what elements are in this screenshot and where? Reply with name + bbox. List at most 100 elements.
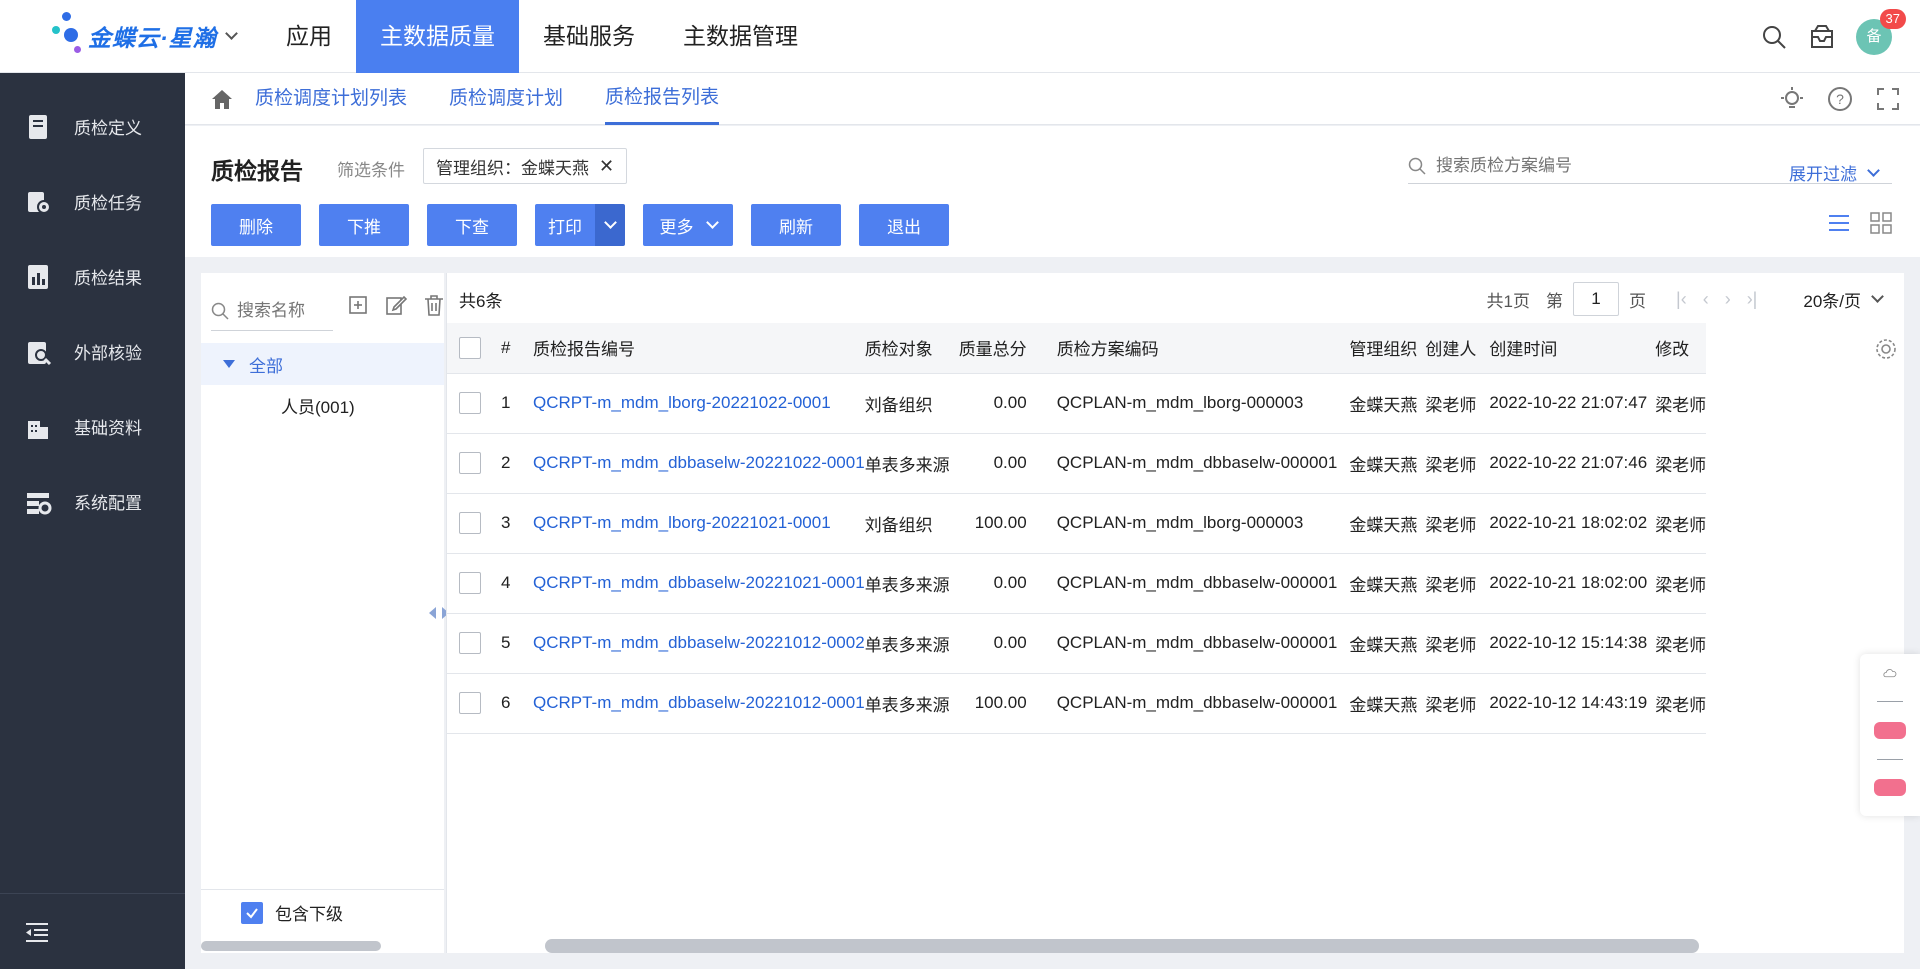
header-org[interactable]: 管理组织 xyxy=(1337,323,1418,374)
push-down-button[interactable]: 下推 xyxy=(319,204,409,246)
prev-page-icon[interactable]: ‹ xyxy=(1703,289,1709,310)
brand-logo[interactable]: 金蝶云·星瀚 xyxy=(52,12,238,60)
checkbox[interactable] xyxy=(459,512,481,534)
sidebar-collapse-button[interactable] xyxy=(0,893,185,969)
sidebar-item-qc-task[interactable]: 质检任务 xyxy=(0,164,185,239)
checkbox[interactable] xyxy=(459,336,481,359)
table-scrollbar[interactable] xyxy=(545,939,1699,953)
table-row[interactable]: 1 QCRPT-m_mdm_lborg-20221022-0001 刘备组织 0.00… xyxy=(447,373,1707,434)
notification-badge: 37 xyxy=(1879,8,1906,29)
cloud-icon[interactable] xyxy=(1874,664,1906,681)
cell-report-code[interactable]: QCRPT-m_mdm_lborg-20221021-0001 xyxy=(533,493,865,554)
tab-qc-schedule-plan[interactable]: 质检调度计划 xyxy=(449,73,563,125)
table-row[interactable]: 2 QCRPT-m_mdm_dbbaselw-20221022-0001 单表多来源… xyxy=(447,433,1707,494)
delete-button[interactable]: 删除 xyxy=(211,204,301,246)
header-created-time[interactable]: 创建时间 xyxy=(1481,323,1648,374)
topnav-apps[interactable]: 应用 xyxy=(262,0,356,73)
expand-filter-button[interactable]: 展开过滤 xyxy=(1789,160,1880,185)
chevron-down-icon xyxy=(1871,290,1884,303)
fullscreen-icon[interactable] xyxy=(1874,85,1902,113)
pie-chart-icon[interactable] xyxy=(1874,721,1906,739)
table-row[interactable]: 5 QCRPT-m_mdm_dbbaselw-20221012-0002 单表多来源… xyxy=(447,613,1707,674)
last-page-icon[interactable]: ›| xyxy=(1747,289,1758,310)
help-icon[interactable]: ? xyxy=(1826,85,1854,113)
org-chart-icon[interactable] xyxy=(1874,779,1906,797)
header-select-all[interactable] xyxy=(447,323,491,374)
tab-qc-report-list[interactable]: 质检报告列表 xyxy=(605,73,720,125)
table-row[interactable]: 4 QCRPT-m_mdm_dbbaselw-20221021-0001 单表多来源… xyxy=(447,553,1707,614)
checkbox[interactable] xyxy=(459,692,481,714)
cell-report-code[interactable]: QCRPT-m_mdm_dbbaselw-20221022-0001 xyxy=(533,433,865,494)
page-size-select[interactable]: 20条/页 xyxy=(1803,287,1884,312)
tree-scrollbar[interactable] xyxy=(201,941,381,951)
tree-node-all[interactable]: 全部 xyxy=(201,343,444,385)
sidebar-item-base-data[interactable]: 基础资料 xyxy=(0,389,185,464)
more-button[interactable]: 更多 xyxy=(643,204,733,246)
cell-report-code[interactable]: QCRPT-m_mdm_dbbaselw-20221012-0002 xyxy=(533,613,865,674)
list-view-icon[interactable] xyxy=(1826,210,1852,236)
page-number-input[interactable]: 1 xyxy=(1573,282,1620,316)
home-icon[interactable] xyxy=(209,86,235,112)
message-box-icon[interactable] xyxy=(1808,23,1836,51)
refresh-button[interactable]: 刷新 xyxy=(751,204,841,246)
row-select-cell[interactable] xyxy=(447,493,491,554)
row-select-cell[interactable] xyxy=(447,673,491,734)
cell-qc-object: 刘备组织 xyxy=(864,493,959,554)
include-sub-checkbox[interactable]: 包含下级 xyxy=(201,889,444,935)
header-total-score[interactable]: 质量总分 xyxy=(958,323,1045,374)
user-avatar[interactable]: 备 37 xyxy=(1856,8,1906,55)
row-select-cell[interactable] xyxy=(447,613,491,674)
checkbox-checked-icon[interactable] xyxy=(241,901,263,924)
sidebar-item-qc-definition[interactable]: 质检定义 xyxy=(0,89,185,164)
cell-index: 6 xyxy=(491,673,533,734)
header-modifier[interactable]: 修改 xyxy=(1647,323,1707,374)
include-sub-label: 包含下级 xyxy=(275,905,343,924)
checkbox[interactable] xyxy=(459,632,481,654)
tree-node-personnel[interactable]: 人员(001) xyxy=(281,393,355,418)
add-node-icon[interactable] xyxy=(346,293,370,317)
header-qc-object[interactable]: 质检对象 xyxy=(864,323,959,374)
search-icon[interactable] xyxy=(1760,23,1788,51)
caret-down-icon[interactable] xyxy=(223,360,235,368)
row-select-cell[interactable] xyxy=(447,433,491,494)
next-page-icon[interactable]: › xyxy=(1725,289,1731,310)
chevron-down-icon xyxy=(705,216,719,229)
chevron-down-icon[interactable] xyxy=(224,26,238,40)
cell-report-code[interactable]: QCRPT-m_mdm_dbbaselw-20221012-0001 xyxy=(533,673,865,734)
topnav-master-data-quality[interactable]: 主数据质量 xyxy=(356,0,519,73)
lightbulb-icon[interactable] xyxy=(1778,85,1806,113)
query-down-button[interactable]: 下查 xyxy=(427,204,517,246)
checkbox[interactable] xyxy=(459,452,481,474)
print-button[interactable]: 打印 xyxy=(535,204,595,246)
sidebar-item-system-config[interactable]: 系统配置 xyxy=(0,464,185,539)
checkbox[interactable] xyxy=(459,392,481,414)
table-row[interactable]: 3 QCRPT-m_mdm_lborg-20221021-0001 刘备组织 100.… xyxy=(447,493,1707,554)
checkbox[interactable] xyxy=(459,572,481,594)
row-select-cell[interactable] xyxy=(447,553,491,614)
cell-report-code[interactable]: QCRPT-m_mdm_lborg-20221022-0001 xyxy=(533,373,865,434)
tree-search-box[interactable] xyxy=(211,291,333,331)
edit-node-icon[interactable] xyxy=(384,293,408,317)
grid-view-icon[interactable] xyxy=(1868,210,1894,236)
header-creator[interactable]: 创建人 xyxy=(1417,323,1482,374)
cell-report-code[interactable]: QCRPT-m_mdm_dbbaselw-20221021-0001 xyxy=(533,553,865,614)
row-select-cell[interactable] xyxy=(447,373,491,434)
exit-button[interactable]: 退出 xyxy=(859,204,949,246)
first-page-icon[interactable]: |‹ xyxy=(1676,289,1687,310)
header-plan-code[interactable]: 质检方案编码 xyxy=(1044,323,1338,374)
table-row[interactable]: 6 QCRPT-m_mdm_dbbaselw-20221012-0001 单表多来源… xyxy=(447,673,1707,734)
filter-tag[interactable]: 管理组织：金蝶天燕 ✕ xyxy=(423,148,628,184)
sidebar-item-external-verify[interactable]: 外部核验 xyxy=(0,314,185,389)
tab-qc-schedule-plan-list[interactable]: 质检调度计划列表 xyxy=(255,73,407,125)
print-dropdown-button[interactable] xyxy=(595,204,625,246)
topnav-base-services[interactable]: 基础服务 xyxy=(519,0,659,73)
column-settings-gear-icon[interactable] xyxy=(1874,337,1898,361)
sidebar-item-qc-result[interactable]: 质检结果 xyxy=(0,239,185,314)
topnav-master-data-management[interactable]: 主数据管理 xyxy=(659,0,822,73)
tree-search-input[interactable] xyxy=(237,300,327,321)
delete-node-icon[interactable] xyxy=(422,293,446,317)
sidebar-item-label: 外部核验 xyxy=(74,344,142,363)
close-icon[interactable]: ✕ xyxy=(599,156,614,177)
arrow-left-icon[interactable] xyxy=(427,606,437,620)
header-report-code[interactable]: 质检报告编号 xyxy=(533,323,865,374)
